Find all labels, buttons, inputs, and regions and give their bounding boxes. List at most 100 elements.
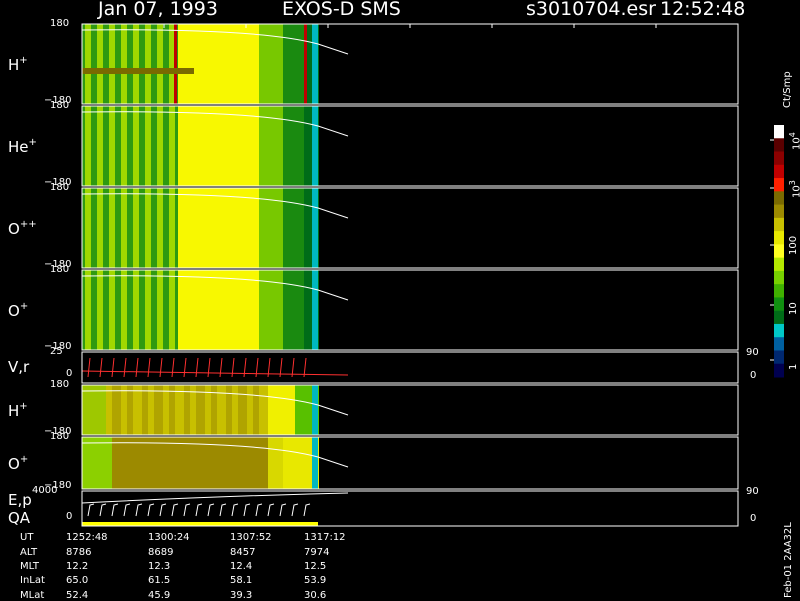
spectrogram-column xyxy=(172,270,175,350)
spectrogram-column xyxy=(226,188,229,268)
spectrogram-column xyxy=(202,437,205,489)
right-tick-min: 0 xyxy=(750,513,757,524)
spectrogram-column xyxy=(145,437,148,489)
panel-label: V,r xyxy=(8,359,29,375)
spectrogram-column xyxy=(205,270,208,350)
spectrogram-column xyxy=(223,188,226,268)
spectrogram-column xyxy=(220,106,223,186)
spectrogram-column xyxy=(133,270,136,350)
spectrogram-column xyxy=(184,385,187,435)
spectrogram-column xyxy=(295,106,298,186)
spectrogram-column xyxy=(211,188,214,268)
y-tick-min: 0 xyxy=(66,368,73,379)
spectrogram-column xyxy=(253,437,256,489)
spectrogram-column xyxy=(157,106,160,186)
colorbar-swatch xyxy=(774,178,784,192)
spectrogram-column xyxy=(187,106,190,186)
spectrogram-column xyxy=(91,385,94,435)
spectrogram-column xyxy=(148,437,151,489)
spectrogram-column xyxy=(190,188,193,268)
spectrogram-column xyxy=(187,188,190,268)
spectrogram-column xyxy=(154,24,157,104)
colorbar-unit: Ct/Smp xyxy=(782,71,793,108)
colorbar-tick: 103 xyxy=(788,180,800,198)
spectrogram-column xyxy=(154,188,157,268)
panel-label-text: H xyxy=(8,56,20,74)
velocity-trace xyxy=(81,370,349,376)
spectrogram-column xyxy=(289,385,292,435)
spectrogram-column xyxy=(277,437,280,489)
spectrogram-column xyxy=(220,270,223,350)
spectrogram-column xyxy=(250,437,253,489)
spectrogram-column xyxy=(295,24,298,104)
spectrogram-column xyxy=(139,24,142,104)
spectrogram-column xyxy=(154,270,157,350)
spectrogram-column xyxy=(130,385,133,435)
spectrogram-column xyxy=(208,270,211,350)
spectrogram-column xyxy=(259,385,262,435)
spectrogram-column xyxy=(148,106,151,186)
panel-label: O++ xyxy=(8,220,37,237)
spectrogram-column xyxy=(223,270,226,350)
spectrogram-column xyxy=(292,106,295,186)
colorbar-swatch xyxy=(774,257,784,272)
spectrogram-column xyxy=(304,106,307,186)
spectrogram-column xyxy=(196,24,199,104)
spectrogram-column xyxy=(178,24,181,104)
panel-label-charge: ++ xyxy=(19,219,37,230)
spectrogram-column xyxy=(85,385,88,435)
spectrogram-column xyxy=(244,385,247,435)
spectrogram-column xyxy=(91,437,94,489)
spectrogram-column xyxy=(172,385,175,435)
spectrogram-column xyxy=(250,188,253,268)
y-tick-max: 180 xyxy=(50,18,70,29)
spectrogram-column xyxy=(184,437,187,489)
spectrogram-column xyxy=(292,437,295,489)
spectrogram-column xyxy=(85,188,88,268)
spectrogram-column xyxy=(184,270,187,350)
spectrogram-column xyxy=(256,385,259,435)
colorbar-swatch xyxy=(774,270,784,285)
spectrogram-column xyxy=(109,437,112,489)
spectrogram-column xyxy=(112,270,115,350)
spectrogram-column xyxy=(127,106,130,186)
spectrogram-column xyxy=(268,437,271,489)
spectrogram-column xyxy=(295,270,298,350)
ephemeris-row-label: UT xyxy=(20,532,34,543)
spectrogram-column xyxy=(274,385,277,435)
spectrogram-column xyxy=(169,24,172,104)
spectrogram-column xyxy=(154,106,157,186)
ephemeris-value: 12.4 xyxy=(230,561,253,572)
spectrogram-column xyxy=(193,188,196,268)
spectrogram-column xyxy=(235,385,238,435)
spectrogram-column xyxy=(115,106,118,186)
panel-label-text: O xyxy=(8,302,20,320)
y-tick-max: 180 xyxy=(50,100,70,111)
spectrogram-edge xyxy=(312,188,318,268)
right-tick-min: 0 xyxy=(750,370,757,381)
spectrogram-column xyxy=(187,385,190,435)
spectrogram-column xyxy=(247,385,250,435)
spectrogram-column xyxy=(175,437,178,489)
panel-label-charge: + xyxy=(19,55,28,66)
spectrogram-column xyxy=(241,270,244,350)
spectrogram-column xyxy=(298,437,301,489)
spectrogram-column xyxy=(169,437,172,489)
spectrogram-column xyxy=(280,437,283,489)
spectrogram-column xyxy=(145,106,148,186)
spectrogram-column xyxy=(112,437,115,489)
spectrogram-column xyxy=(220,188,223,268)
spectrogram-column xyxy=(163,24,166,104)
spectrogram-column xyxy=(172,106,175,186)
spectrogram-column xyxy=(151,24,154,104)
spectrogram-column xyxy=(121,385,124,435)
spectrogram-column xyxy=(160,188,163,268)
spectrogram-column xyxy=(229,24,232,104)
panel-label: E,p xyxy=(8,493,32,508)
spectrogram-column xyxy=(286,188,289,268)
spectrogram-column xyxy=(253,24,256,104)
spectrogram-column xyxy=(157,385,160,435)
y-tick-min: 0 xyxy=(66,511,73,522)
spectrogram-column xyxy=(286,24,289,104)
pitch-curve xyxy=(81,492,349,504)
